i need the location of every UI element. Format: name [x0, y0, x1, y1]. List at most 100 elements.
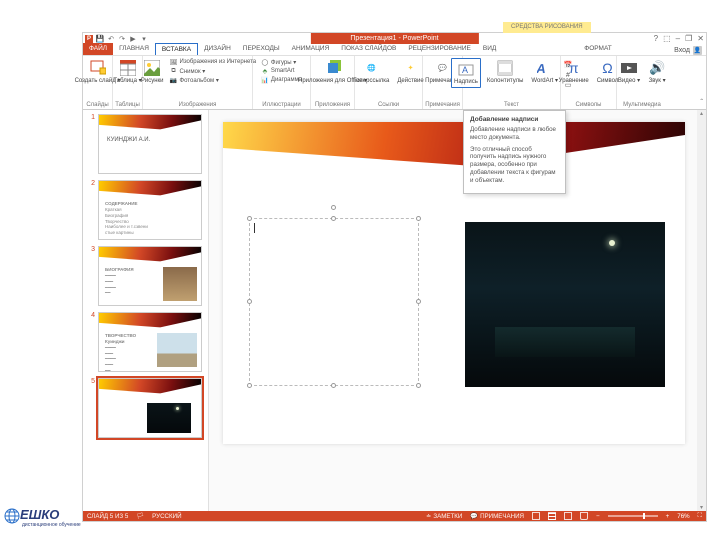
collapse-ribbon-icon[interactable]: ˆ	[700, 98, 703, 107]
handle-bl[interactable]	[247, 383, 252, 388]
tab-animations[interactable]: АНИМАЦИЯ	[286, 43, 336, 55]
group-media: Видео ▾ 🔊 Звук ▾ Мультимедиа	[617, 56, 667, 109]
thumb-4[interactable]: 4 ТВОРЧЕСТВО Куинджи━━━━━━━━━━━━━━━━	[89, 312, 202, 372]
restore-button[interactable]: ❐	[685, 34, 692, 43]
window-controls: ? ⬚ – ❐ ✕	[654, 34, 704, 43]
fit-to-window-icon[interactable]: ⛶	[698, 512, 702, 520]
equation-icon: π	[565, 59, 583, 77]
workspace: 1 КУИНДЖИ А.И. 2 СОДЕРЖАНИЕКраткаяБиогра…	[83, 110, 706, 513]
wordart-icon: A	[536, 59, 554, 77]
spellcheck-icon[interactable]: 🏳	[136, 512, 144, 520]
thumb-3[interactable]: 3 БИОГРАФИЯ━━━━━━━━━━━━━	[89, 246, 202, 306]
tooltip-title: Добавление надписи	[470, 116, 559, 123]
headerfooter-button[interactable]: Колонтитулы	[485, 58, 526, 86]
handle-tl[interactable]	[247, 216, 252, 221]
start-show-icon[interactable]: ▶	[129, 35, 137, 43]
tab-file[interactable]: ФАЙЛ	[83, 43, 113, 55]
close-button[interactable]: ✕	[697, 34, 704, 43]
slide-image-night[interactable]	[465, 222, 665, 387]
zoom-value[interactable]: 76%	[677, 513, 689, 520]
help-icon[interactable]: ?	[654, 34, 658, 43]
album-button[interactable]: 📷Фотоальбом ▾	[170, 76, 257, 84]
slide-editor[interactable]: ▴ ▾	[209, 110, 706, 513]
text-cursor	[254, 223, 255, 233]
water-reflection	[495, 327, 635, 357]
audio-button[interactable]: 🔊 Звук ▾	[646, 58, 668, 86]
tab-format[interactable]: ФОРМАТ	[578, 43, 617, 55]
group-symbols: π Уравнение Ω Символ Символы	[561, 56, 617, 109]
zoom-in-icon[interactable]: +	[666, 513, 670, 520]
apps-icon	[324, 59, 342, 77]
tab-insert[interactable]: ВСТАВКА	[155, 43, 198, 55]
screenshot-button[interactable]: ⧉Снимок ▾	[170, 67, 257, 75]
textbox-selected[interactable]	[249, 218, 419, 386]
action-button[interactable]: ✦ Действие	[395, 58, 425, 86]
thumb-1[interactable]: 1 КУИНДЖИ А.И.	[89, 114, 202, 174]
online-images-button[interactable]: 🖼Изображения из Интернета	[170, 58, 257, 66]
tab-transitions[interactable]: ПЕРЕХОДЫ	[237, 43, 286, 55]
slide-count[interactable]: СЛАЙД 5 ИЗ 5	[87, 513, 128, 520]
handle-rotate[interactable]	[331, 205, 336, 210]
zoom-slider[interactable]	[608, 515, 658, 517]
statusbar: СЛАЙД 5 ИЗ 5 🏳 РУССКИЙ ≐ ЗАМЕТКИ 💬 ПРИМЕ…	[83, 511, 706, 521]
handle-tr[interactable]	[416, 216, 421, 221]
vertical-scrollbar[interactable]: ▴ ▾	[697, 110, 706, 513]
view-slideshow-icon[interactable]	[580, 512, 588, 520]
handle-l[interactable]	[247, 299, 252, 304]
thumb5-night	[147, 403, 191, 433]
language[interactable]: РУССКИЙ	[152, 513, 181, 520]
ribbon-display-icon[interactable]: ⬚	[663, 34, 671, 43]
comment-icon: 💬	[434, 59, 452, 77]
images-stack: 🖼Изображения из Интернета ⧉Снимок ▾ 📷Фот…	[170, 58, 257, 84]
view-normal-icon[interactable]	[532, 512, 540, 520]
tab-home[interactable]: ГЛАВНАЯ	[113, 43, 155, 55]
ribbon-tabs: ФАЙЛ ГЛАВНАЯ ВСТАВКА ДИЗАЙН ПЕРЕХОДЫ АНИ…	[83, 44, 706, 56]
video-button[interactable]: Видео ▾	[616, 58, 642, 86]
save-icon[interactable]: 💾	[96, 35, 104, 43]
qat-more-icon[interactable]: ▾	[140, 35, 148, 43]
group-images: Рисунки 🖼Изображения из Интернета ⧉Снимо…	[143, 56, 253, 109]
wordart-button[interactable]: A WordArt ▾	[529, 58, 560, 86]
thumb4-landscape	[157, 333, 197, 367]
notes-button[interactable]: ≐ ЗАМЕТКИ	[426, 513, 462, 520]
handle-t[interactable]	[331, 216, 336, 221]
smartart-icon: ⬘	[261, 67, 269, 75]
scroll-up-icon[interactable]: ▴	[697, 110, 706, 119]
pictures-button[interactable]: Рисунки	[139, 58, 166, 86]
eshko-logo: ЕШКО дистанционное обучение	[4, 507, 81, 528]
tab-design[interactable]: ДИЗАЙН	[198, 43, 237, 55]
hyperlink-button[interactable]: 🌐 Гиперссылка	[351, 58, 391, 86]
zoom-out-icon[interactable]: −	[596, 513, 600, 520]
thumb-5[interactable]: 5	[89, 378, 202, 438]
slide-canvas[interactable]	[223, 122, 685, 444]
textbox-button[interactable]: A Надпись	[451, 58, 481, 88]
tab-review[interactable]: РЕЦЕНЗИРОВАНИЕ	[402, 43, 477, 55]
album-icon: 📷	[170, 76, 178, 84]
handle-b[interactable]	[331, 383, 336, 388]
redo-icon[interactable]: ↷	[118, 35, 126, 43]
tab-slideshow[interactable]: ПОКАЗ СЛАЙДОВ	[335, 43, 402, 55]
signin[interactable]: Вход 👤	[674, 44, 702, 56]
view-sorter-icon[interactable]	[548, 512, 556, 520]
thumb3-portrait	[163, 267, 197, 301]
eshko-brand: ЕШКО	[20, 507, 59, 522]
app-icon: P	[85, 35, 93, 43]
handle-br[interactable]	[416, 383, 421, 388]
minimize-button[interactable]: –	[676, 34, 680, 43]
eshko-sub: дистанционное обучение	[22, 522, 81, 528]
tab-view[interactable]: ВИД	[477, 43, 502, 55]
equation-button[interactable]: π Уравнение	[557, 58, 591, 86]
handle-r[interactable]	[416, 299, 421, 304]
chart-icon: 📊	[261, 76, 269, 84]
symbol-icon: Ω	[599, 59, 617, 77]
view-reading-icon[interactable]	[564, 512, 572, 520]
screenshot-icon: ⧉	[170, 67, 178, 75]
undo-icon[interactable]: ↶	[107, 35, 115, 43]
group-slides: Создать слайд ▾ Слайды	[83, 56, 113, 109]
group-text: A Надпись Колонтитулы A WordArt ▾ 📅 # ▭ …	[463, 56, 561, 109]
quick-access-toolbar: P 💾 ↶ ↷ ▶ ▾	[83, 35, 148, 43]
group-apps: Приложения для Office ▾ Приложения	[311, 56, 355, 109]
thumb-2[interactable]: 2 СОДЕРЖАНИЕКраткаяБиографияТворчествоНа…	[89, 180, 202, 240]
comments-button[interactable]: 💬 ПРИМЕЧАНИЯ	[470, 512, 524, 520]
new-slide-icon	[89, 59, 107, 77]
